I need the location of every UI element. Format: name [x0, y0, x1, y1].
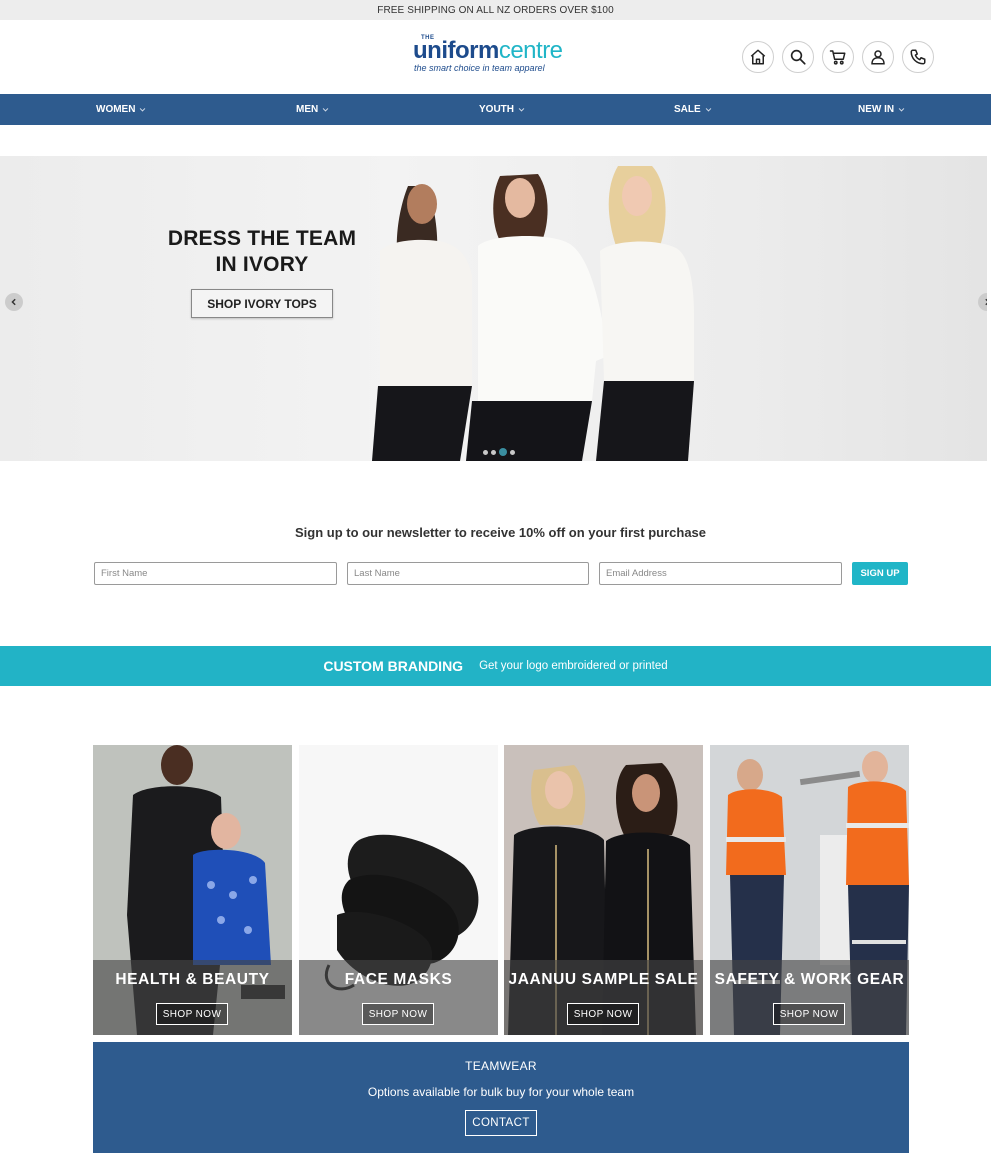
hero-title-line1: DRESS THE TEAM	[167, 227, 357, 250]
last-name-input[interactable]	[347, 562, 589, 585]
home-button[interactable]	[742, 41, 774, 73]
main-nav: WOMEN MEN YOUTH SALE NEW IN	[0, 94, 991, 125]
search-button[interactable]	[782, 41, 814, 73]
phone-button[interactable]	[902, 41, 934, 73]
nav-label: YOUTH	[479, 104, 514, 115]
chevron-left-icon	[11, 298, 16, 306]
tile-face-masks[interactable]: FACE MASKS SHOP NOW	[299, 745, 498, 1035]
slider-dot-active[interactable]	[499, 448, 507, 456]
chevron-down-icon	[140, 108, 146, 112]
cart-button[interactable]	[822, 41, 854, 73]
tile-title: JAANUU SAMPLE SALE	[508, 971, 699, 988]
announcement-text: FREE SHIPPING ON ALL NZ ORDERS OVER $100	[377, 4, 614, 16]
announcement-bar: FREE SHIPPING ON ALL NZ ORDERS OVER $100	[0, 0, 991, 20]
email-input[interactable]	[599, 562, 842, 585]
nav-item-men[interactable]: MEN	[296, 94, 329, 125]
contact-button[interactable]: CONTACT	[465, 1110, 537, 1136]
teamwear-section: TEAMWEAR Options available for bulk buy …	[93, 1042, 909, 1153]
nav-label: MEN	[296, 104, 319, 115]
custom-branding-banner[interactable]: CUSTOM BRANDING Get your logo embroidere…	[0, 646, 991, 686]
phone-icon	[910, 49, 926, 65]
slider-dot[interactable]	[483, 449, 488, 455]
chevron-down-icon	[898, 108, 905, 112]
first-name-input[interactable]	[94, 562, 337, 585]
shop-ivory-tops-button[interactable]: SHOP IVORY TOPS	[191, 289, 333, 318]
search-icon	[790, 49, 806, 65]
tile-safety-work-gear[interactable]: SAFETY & WORK GEAR SHOP NOW	[710, 745, 909, 1035]
shop-now-button[interactable]: SHOP NOW	[773, 1003, 845, 1025]
chevron-down-icon	[518, 108, 525, 112]
logo-wordmark: uniformcentre	[413, 38, 563, 64]
chevron-down-icon	[322, 108, 329, 112]
sign-up-button[interactable]: SIGN UP	[852, 562, 908, 585]
cart-icon	[829, 50, 846, 65]
shop-now-button[interactable]: SHOP NOW	[567, 1003, 639, 1025]
site-header: THE uniformcentre the smart choice in te…	[0, 20, 991, 94]
nav-item-women[interactable]: WOMEN	[96, 94, 146, 125]
teamwear-title: TEAMWEAR	[465, 1059, 537, 1073]
branding-subtitle: Get your logo embroidered or printed	[479, 660, 668, 672]
nav-item-youth[interactable]: YOUTH	[479, 94, 525, 125]
tile-health-beauty[interactable]: HEALTH & BEAUTY SHOP NOW	[93, 745, 292, 1035]
hero-title: DRESS THE TEAM IN IVORY	[160, 226, 364, 278]
tile-title: SAFETY & WORK GEAR	[714, 971, 905, 988]
shop-now-button[interactable]: SHOP NOW	[362, 1003, 434, 1025]
user-icon	[871, 50, 885, 65]
tile-jaanuu-sample-sale[interactable]: JAANUU SAMPLE SALE SHOP NOW	[504, 745, 703, 1035]
hero-slider: DRESS THE TEAM IN IVORY SHOP IVORY TOPS	[0, 156, 987, 461]
site-logo[interactable]: THE uniformcentre the smart choice in te…	[413, 35, 593, 78]
hero-next-arrow[interactable]	[978, 293, 987, 311]
nav-item-new-in[interactable]: NEW IN	[858, 94, 905, 125]
nav-label: SALE	[674, 104, 701, 115]
branding-title: CUSTOM BRANDING	[323, 658, 464, 674]
slider-dots	[483, 448, 515, 456]
nav-item-sale[interactable]: SALE	[674, 94, 712, 125]
slider-dot[interactable]	[510, 449, 515, 455]
logo-tagline: the smart choice in team apparel	[414, 63, 545, 73]
newsletter-title: Sign up to our newsletter to receive 10%…	[294, 525, 707, 540]
tile-title: HEALTH & BEAUTY	[115, 971, 270, 988]
nav-label: NEW IN	[858, 104, 895, 115]
logo-brand-light: centre	[498, 37, 563, 64]
chevron-right-icon	[985, 298, 987, 306]
hero-prev-arrow[interactable]	[5, 293, 23, 311]
tile-title: FACE MASKS	[344, 971, 453, 988]
logo-brand-bold: uniform	[413, 37, 499, 64]
home-icon	[750, 49, 766, 65]
account-button[interactable]	[862, 41, 894, 73]
nav-label: WOMEN	[96, 104, 136, 115]
slider-dot[interactable]	[491, 449, 496, 455]
hero-title-line2: IN IVORY	[215, 253, 309, 276]
hero-models-image	[372, 166, 694, 461]
shop-now-button[interactable]: SHOP NOW	[156, 1003, 228, 1025]
chevron-down-icon	[705, 108, 711, 112]
teamwear-subtitle: Options available for bulk buy for your …	[367, 1085, 635, 1099]
